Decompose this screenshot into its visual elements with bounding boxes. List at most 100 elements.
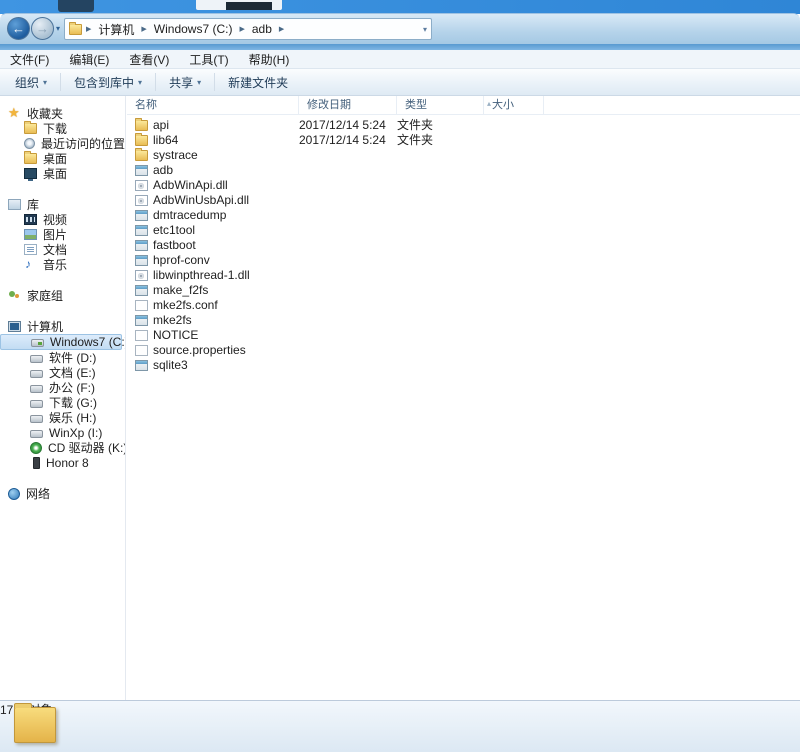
- new-folder-button[interactable]: 新建文件夹: [219, 71, 297, 94]
- sidebar-item-downloads[interactable]: 下载: [0, 121, 125, 136]
- folder-icon: [69, 24, 82, 35]
- sidebar-item-desktop[interactable]: 桌面: [0, 166, 125, 181]
- sidebar-section-network[interactable]: 网络: [0, 486, 125, 501]
- file-row[interactable]: fastboot: [127, 238, 800, 253]
- toolbar-separator: [214, 73, 215, 91]
- column-header-size[interactable]: 大小: [484, 96, 544, 115]
- application-icon: [135, 315, 148, 326]
- file-row[interactable]: api2017/12/14 5:24文件夹: [127, 118, 800, 133]
- file-row[interactable]: libwinpthread-1.dll: [127, 268, 800, 283]
- file-row[interactable]: source.properties: [127, 343, 800, 358]
- file-row[interactable]: adb: [127, 163, 800, 178]
- folder-icon: [24, 153, 37, 164]
- file-row[interactable]: dmtracedump: [127, 208, 800, 223]
- forward-arrow-icon: →: [36, 22, 49, 35]
- folder-icon: [24, 123, 37, 134]
- column-header-date[interactable]: 修改日期: [299, 96, 397, 115]
- sidebar-section-homegroup[interactable]: 家庭组: [0, 288, 125, 303]
- navigation-band: ← → ▾ ▶ 计算机 ▶ Windows7 (C:) ▶ adb ▶ ▾: [0, 14, 800, 44]
- video-icon: [24, 214, 37, 225]
- sidebar-section-libraries[interactable]: 库: [0, 197, 125, 212]
- command-toolbar: 组织▾ 包含到库中▾ 共享▾ 新建文件夹: [0, 69, 800, 96]
- file-row[interactable]: mke2fs: [127, 313, 800, 328]
- desktop-icon: [24, 168, 37, 179]
- share-button[interactable]: 共享▾: [160, 71, 210, 94]
- drive-icon: [30, 370, 43, 378]
- sidebar-item-videos[interactable]: 视频: [0, 212, 125, 227]
- sidebar-item-desktop-folder[interactable]: 桌面: [0, 151, 125, 166]
- crumb-separator-icon: ▶: [86, 25, 91, 33]
- application-icon: [135, 225, 148, 236]
- sidebar-item-honor-8[interactable]: Honor 8: [0, 455, 125, 470]
- crumb-separator-icon: ▶: [279, 25, 284, 33]
- back-arrow-icon: ←: [12, 22, 25, 35]
- computer-icon: [8, 321, 21, 332]
- dll-icon: [135, 195, 148, 206]
- application-icon: [135, 360, 148, 371]
- history-dropdown-icon[interactable]: ▾: [56, 24, 60, 33]
- menu-view[interactable]: 查看(V): [129, 51, 169, 68]
- dll-icon: [135, 180, 148, 191]
- include-in-library-button[interactable]: 包含到库中▾: [65, 71, 151, 94]
- address-dropdown-icon[interactable]: ▾: [423, 25, 427, 34]
- file-row[interactable]: sqlite3: [127, 358, 800, 373]
- forward-button[interactable]: →: [31, 17, 54, 40]
- sidebar-item-music[interactable]: 音乐: [0, 257, 125, 272]
- picture-icon: [24, 229, 37, 240]
- drive-icon: [30, 385, 43, 393]
- file-row[interactable]: etc1tool: [127, 223, 800, 238]
- application-icon: [135, 285, 148, 296]
- sidebar-item-recent-places[interactable]: 最近访问的位置: [0, 136, 125, 151]
- menu-file[interactable]: 文件(F): [10, 51, 49, 68]
- current-folder-icon: [14, 707, 56, 743]
- sidebar-item-drive-d[interactable]: 软件 (D:): [0, 350, 125, 365]
- back-button[interactable]: ←: [7, 17, 30, 40]
- toolbar-separator: [155, 73, 156, 91]
- sidebar-item-drive-f[interactable]: 办公 (F:): [0, 380, 125, 395]
- file-row[interactable]: AdbWinUsbApi.dll: [127, 193, 800, 208]
- file-row[interactable]: systrace: [127, 148, 800, 163]
- item-count: 17 个对象: [0, 701, 800, 718]
- column-header-type[interactable]: 类型: [397, 96, 484, 115]
- file-row[interactable]: make_f2fs: [127, 283, 800, 298]
- sidebar-item-drive-e[interactable]: 文档 (E:): [0, 365, 125, 380]
- file-row[interactable]: AdbWinApi.dll: [127, 178, 800, 193]
- music-note-icon: [24, 259, 37, 270]
- star-icon: [8, 108, 21, 119]
- menu-edit[interactable]: 编辑(E): [69, 51, 109, 68]
- breadcrumb-drive-c[interactable]: Windows7 (C:): [151, 21, 236, 37]
- sidebar-section-favorites[interactable]: 收藏夹: [0, 106, 125, 121]
- drive-icon: [30, 355, 43, 363]
- file-row[interactable]: hprof-conv: [127, 253, 800, 268]
- generic-file-icon: [135, 330, 148, 341]
- generic-file-icon: [135, 345, 148, 356]
- sidebar-item-drive-i[interactable]: WinXp (I:): [0, 425, 125, 440]
- organize-button[interactable]: 组织▾: [6, 71, 56, 94]
- sidebar-item-windows7-c[interactable]: Windows7 (C:): [0, 334, 122, 350]
- address-bar[interactable]: ▶ 计算机 ▶ Windows7 (C:) ▶ adb ▶ ▾: [64, 18, 432, 40]
- menu-help[interactable]: 帮助(H): [249, 51, 290, 68]
- sidebar-item-drive-h[interactable]: 娱乐 (H:): [0, 410, 125, 425]
- sidebar-item-cd-drive-k[interactable]: CD 驱动器 (K:) Hi: [0, 440, 125, 455]
- file-row[interactable]: mke2fs.conf: [127, 298, 800, 313]
- phone-icon: [33, 457, 40, 469]
- recent-places-icon: [24, 138, 35, 149]
- sort-ascending-icon: ▴: [479, 94, 491, 113]
- sidebar-item-pictures[interactable]: 图片: [0, 227, 125, 242]
- column-header-name[interactable]: 名称: [127, 96, 299, 115]
- menu-tools[interactable]: 工具(T): [189, 51, 228, 68]
- file-row[interactable]: NOTICE: [127, 328, 800, 343]
- chevron-down-icon: ▾: [43, 78, 47, 87]
- sidebar-item-documents[interactable]: 文档: [0, 242, 125, 257]
- file-row[interactable]: lib642017/12/14 5:24文件夹: [127, 133, 800, 148]
- folder-icon: [135, 135, 148, 146]
- explorer-window: ← → ▾ ▶ 计算机 ▶ Windows7 (C:) ▶ adb ▶ ▾ 文件…: [0, 13, 800, 752]
- cd-disc-icon: [30, 442, 42, 454]
- chevron-down-icon: ▾: [197, 78, 201, 87]
- breadcrumb-adb[interactable]: adb: [249, 21, 275, 37]
- drive-icon: [30, 415, 43, 423]
- sidebar-item-drive-g[interactable]: 下载 (G:): [0, 395, 125, 410]
- sidebar-section-computer[interactable]: 计算机: [0, 319, 125, 334]
- library-icon: [8, 199, 21, 210]
- breadcrumb-computer[interactable]: 计算机: [95, 20, 137, 39]
